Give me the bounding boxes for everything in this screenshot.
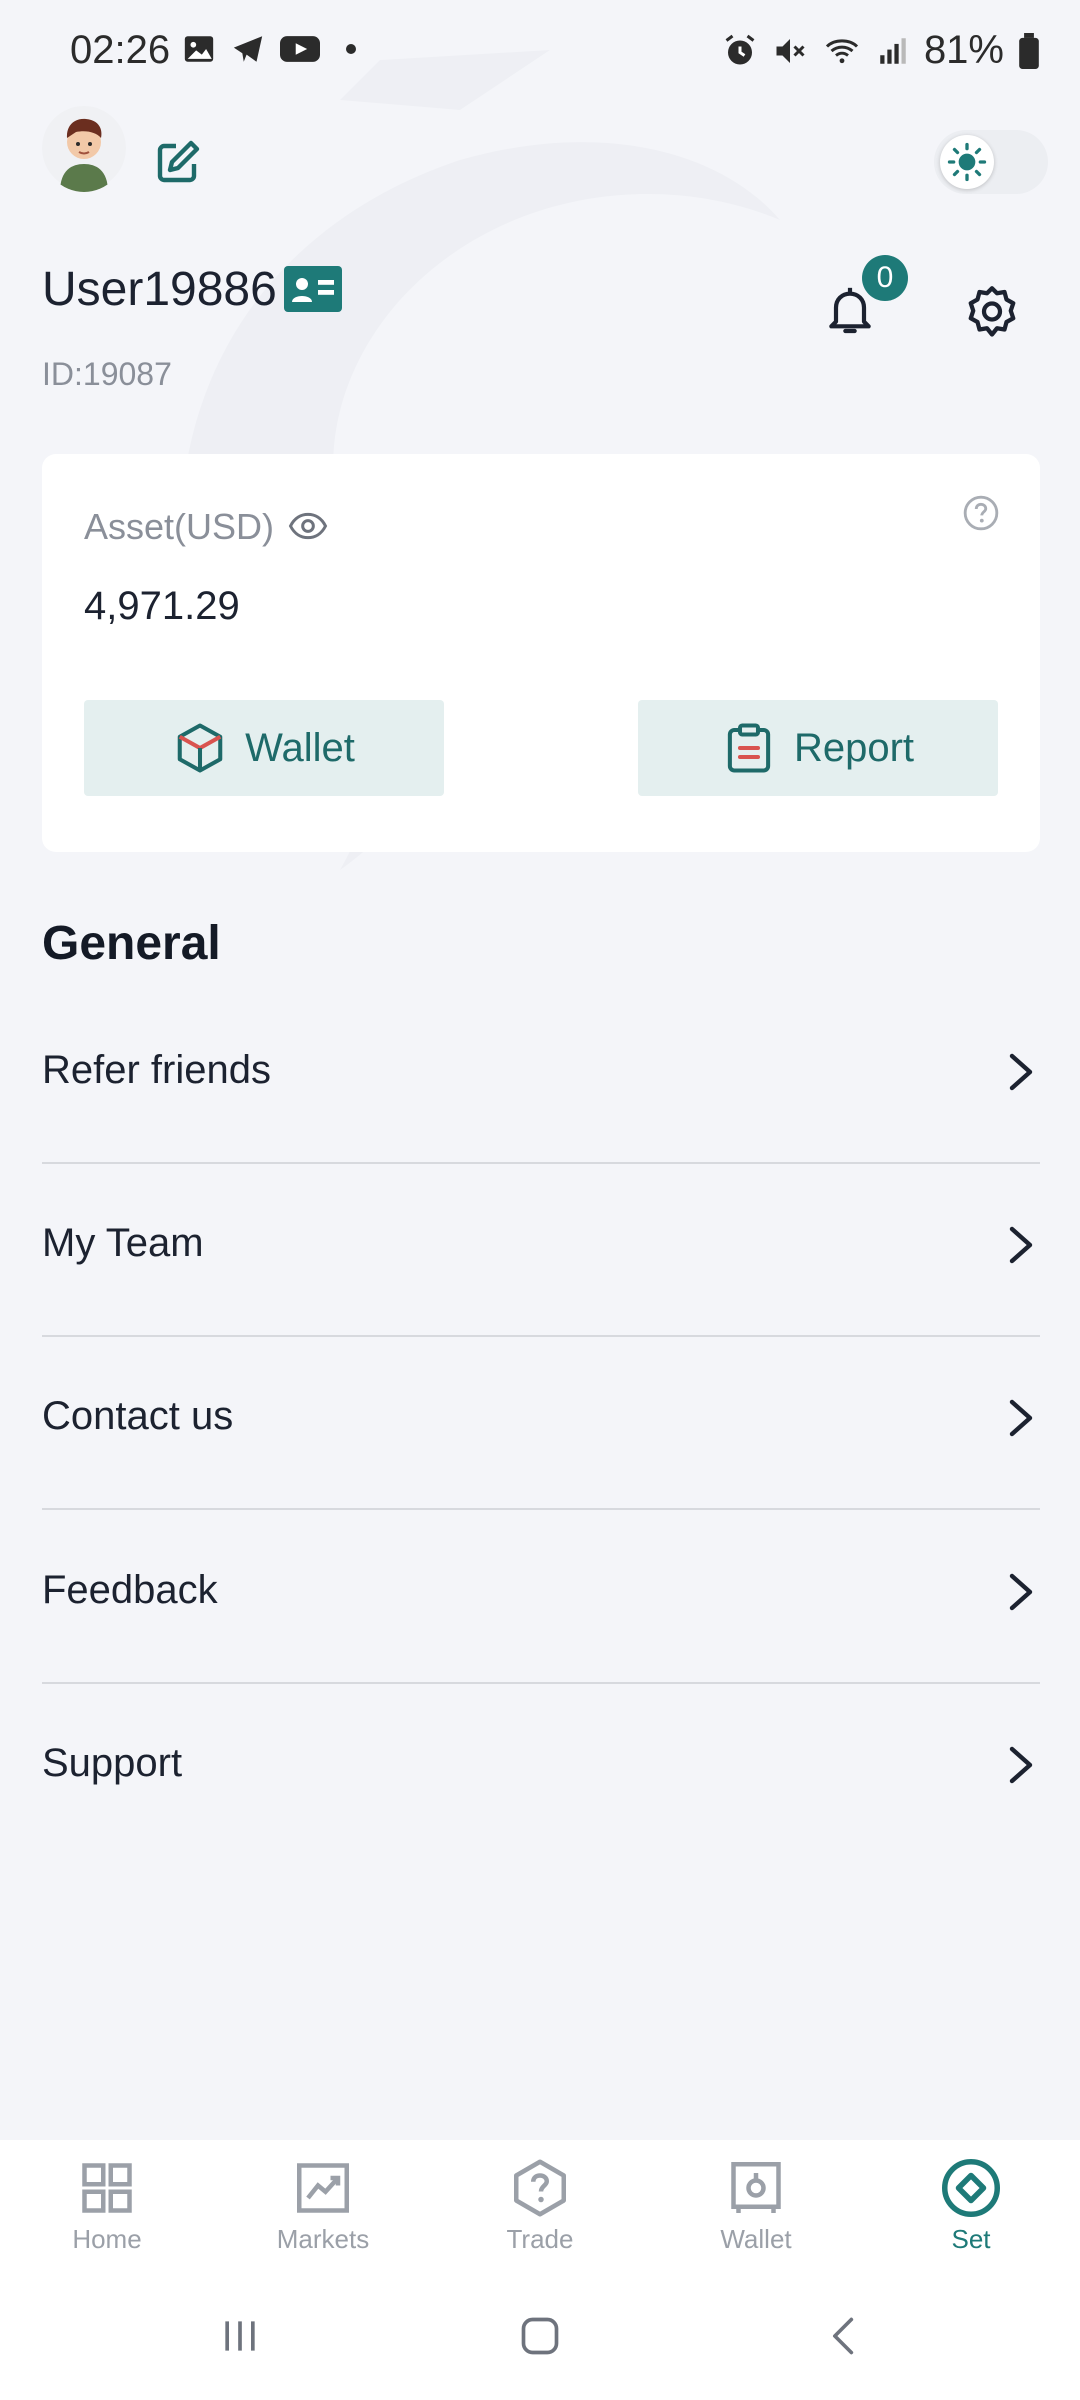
status-notification-icons: [182, 32, 356, 66]
battery-icon: [1019, 32, 1039, 69]
avatar-icon: [42, 106, 126, 192]
menu-item-label: Support: [42, 1741, 183, 1785]
menu-item-label: Contact us: [42, 1394, 234, 1438]
menu-item-contact-us[interactable]: Contact us: [42, 1338, 1040, 1510]
diamond-circle-icon: [942, 2159, 1000, 2217]
menu-item-label: My Team: [42, 1221, 204, 1265]
report-button-label: Report: [793, 725, 915, 770]
back-button-icon[interactable]: [822, 2314, 866, 2358]
divider: [42, 1162, 1040, 1164]
mute-icon: [776, 38, 805, 63]
chevron-right-icon: [1009, 1053, 1033, 1091]
nav-label: Wallet: [720, 2224, 792, 2254]
question-hex-icon: [514, 2159, 566, 2217]
chevron-right-icon: [1009, 1746, 1033, 1784]
cube-icon: [177, 723, 223, 773]
safe-icon: [731, 2162, 781, 2213]
status-bar: 02:26 81%: [0, 0, 1080, 100]
nav-label: Set: [951, 2224, 991, 2254]
edit-profile-icon[interactable]: [154, 138, 202, 186]
nav-item-set[interactable]: Set: [891, 2158, 1051, 2255]
recent-apps-icon[interactable]: [218, 2314, 262, 2358]
menu-item-label: Refer friends: [42, 1048, 271, 1092]
help-icon[interactable]: [962, 494, 1000, 532]
menu-item-feedback[interactable]: Feedback: [42, 1512, 1040, 1684]
battery-percent: 81%: [923, 28, 1004, 72]
nav-label: Home: [72, 2224, 142, 2254]
menu-item-my-team[interactable]: My Team: [42, 1165, 1040, 1337]
theme-toggle-knob: [940, 135, 994, 189]
asset-card: Asset(USD) 4,971.29 Wallet Report: [42, 454, 1040, 852]
report-button[interactable]: Report: [638, 700, 998, 796]
system-nav-bar: [0, 2280, 1080, 2400]
general-section-title: General: [42, 917, 221, 970]
chevron-right-icon: [1009, 1226, 1033, 1264]
username: User19886: [42, 263, 277, 316]
asset-label: Asset(USD): [84, 506, 275, 547]
alarm-icon: [725, 34, 755, 64]
home-button-icon[interactable]: [518, 2314, 562, 2358]
wallet-button[interactable]: Wallet: [84, 700, 444, 796]
wallet-button-label: Wallet: [245, 725, 355, 770]
status-time: 02:26: [70, 28, 171, 72]
settings-gear-icon[interactable]: [962, 282, 1022, 342]
divider: [42, 1508, 1040, 1510]
more-notifications-dot: [346, 44, 356, 54]
clipboard-icon: [727, 723, 771, 773]
chart-icon: [297, 2163, 349, 2213]
nav-item-trade[interactable]: Trade: [460, 2158, 620, 2255]
grid-icon: [82, 2163, 132, 2213]
status-right-group: 81%: [722, 28, 1040, 73]
nav-label: Markets: [276, 2224, 370, 2254]
sun-icon: [947, 142, 987, 182]
nav-item-wallet[interactable]: Wallet: [676, 2158, 836, 2255]
menu-item-support[interactable]: Support: [42, 1685, 1040, 1857]
theme-toggle[interactable]: [934, 130, 1048, 194]
signal-icon: [880, 37, 906, 64]
menu-item-refer-friends[interactable]: Refer friends: [42, 992, 1040, 1164]
chevron-right-icon: [1009, 1399, 1033, 1437]
avatar[interactable]: [42, 104, 126, 192]
id-card-icon[interactable]: [284, 266, 342, 312]
divider: [42, 1682, 1040, 1684]
menu-item-label: Feedback: [42, 1568, 218, 1612]
youtube-icon: [280, 36, 320, 62]
nav-item-markets[interactable]: Markets: [243, 2158, 403, 2255]
notification-badge: 0: [862, 255, 908, 301]
bottom-nav: Home Markets Trade Wallet Set: [0, 2140, 1080, 2280]
asset-value: 4,971.29: [84, 584, 240, 628]
wifi-icon: [825, 38, 858, 63]
telegram-icon: [233, 36, 263, 62]
nav-label: Trade: [506, 2224, 574, 2254]
user-id: ID:19087: [42, 356, 172, 392]
divider: [42, 1335, 1040, 1337]
nav-item-home[interactable]: Home: [27, 2158, 187, 2255]
chevron-right-icon: [1009, 1573, 1033, 1611]
gallery-icon: [184, 36, 214, 62]
eye-icon[interactable]: [288, 506, 328, 546]
